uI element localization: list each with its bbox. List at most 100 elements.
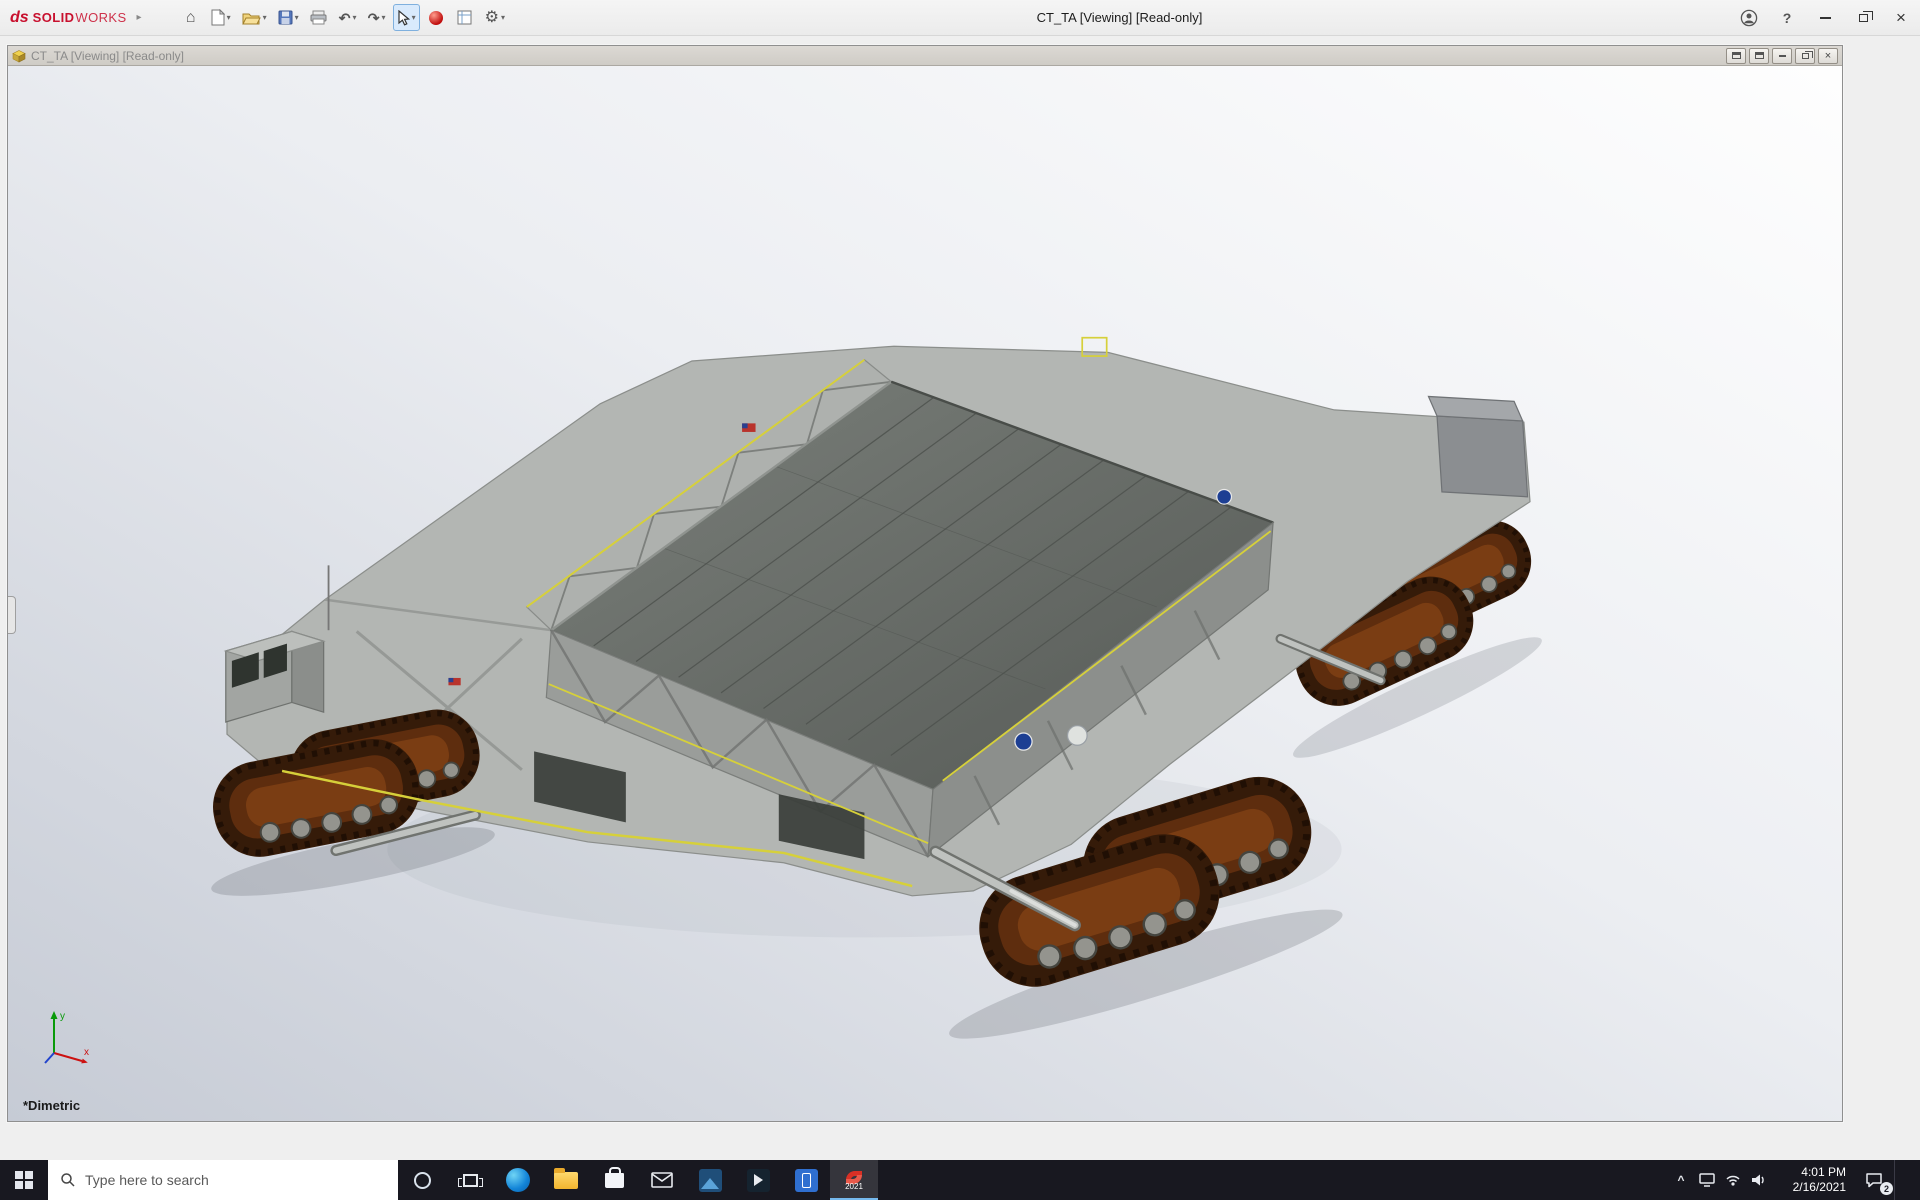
- crawler-transporter-model[interactable]: [8, 66, 1842, 1121]
- store-icon: [605, 1173, 624, 1188]
- search-input[interactable]: [85, 1172, 386, 1188]
- taskbar-item-solidworks-active[interactable]: 2021: [830, 1160, 878, 1200]
- solidworks-logo[interactable]: ds SOLID WORKS ▸: [0, 9, 152, 27]
- document-titlebar[interactable]: CT_TA [Viewing] [Read-only] ×: [8, 46, 1842, 66]
- home-icon: ⌂: [186, 10, 196, 26]
- cortana-button[interactable]: [398, 1160, 446, 1200]
- show-desktop-button[interactable]: [1894, 1160, 1920, 1200]
- graphics-viewport[interactable]: y x *Dimetric: [8, 66, 1842, 1121]
- operator-cab[interactable]: [226, 565, 329, 722]
- movies-tv-icon: [747, 1169, 770, 1192]
- window-icon: [1755, 52, 1764, 59]
- dassault-logo-icon: ds: [10, 9, 29, 27]
- restore-button[interactable]: [1844, 0, 1882, 36]
- tray-display-button[interactable]: [1694, 1160, 1720, 1200]
- redo-button[interactable]: ↷ ▾: [364, 4, 390, 31]
- cortana-icon: [414, 1172, 431, 1189]
- appearance-button[interactable]: [423, 4, 449, 31]
- app-client-area: CT_TA [Viewing] [Read-only] ×: [0, 36, 1920, 1160]
- notification-badge: 2: [1880, 1182, 1893, 1195]
- volume-icon: [1751, 1173, 1767, 1187]
- hidden-icons-chevron[interactable]: ^: [1668, 1160, 1694, 1200]
- new-document-icon: [211, 9, 225, 26]
- doc-minimize-button[interactable]: [1772, 48, 1792, 64]
- close-icon: ×: [1896, 8, 1906, 28]
- taskbar-item-movies-tv[interactable]: [734, 1160, 782, 1200]
- new-document-button[interactable]: ▾: [207, 4, 235, 31]
- dropdown-caret-icon: ▾: [412, 13, 416, 22]
- doc-arrange-button[interactable]: [1726, 48, 1746, 64]
- dropdown-caret-icon: ▾: [263, 13, 267, 22]
- doc-restore-button[interactable]: [1795, 48, 1815, 64]
- account-button[interactable]: [1730, 0, 1768, 36]
- app-titlebar: ds SOLID WORKS ▸ ⌂ ▾ ▾ ▾: [0, 0, 1920, 36]
- taskbar-item-your-phone[interactable]: [782, 1160, 830, 1200]
- orientation-triad[interactable]: y x: [38, 1007, 94, 1069]
- chevron-up-icon: ^: [1677, 1173, 1684, 1187]
- taskbar-item-photos[interactable]: [686, 1160, 734, 1200]
- task-view-button[interactable]: [446, 1160, 494, 1200]
- action-center-button[interactable]: 2: [1854, 1160, 1894, 1200]
- restore-icon: [1859, 14, 1868, 22]
- select-tool-button[interactable]: ▾: [393, 4, 420, 31]
- minimize-icon: [1779, 55, 1786, 57]
- taskbar-item-mail[interactable]: [638, 1160, 686, 1200]
- photos-icon: [699, 1169, 722, 1192]
- network-wifi-icon: [1725, 1174, 1741, 1186]
- document-title: CT_TA [Viewing] [Read-only]: [31, 49, 184, 63]
- clock-time: 4:01 PM: [1801, 1165, 1846, 1180]
- select-cursor-icon: [397, 10, 410, 26]
- view-orientation-label: *Dimetric: [23, 1098, 80, 1113]
- solidworks-year-badge: 2021: [845, 1183, 863, 1191]
- display-icon: [1699, 1173, 1715, 1187]
- brand-works-text: WORKS: [75, 10, 126, 25]
- home-button[interactable]: ⌂: [178, 4, 204, 31]
- minimize-button[interactable]: [1806, 0, 1844, 36]
- save-button[interactable]: ▾: [274, 4, 303, 31]
- system-tray: ^ 4:01 PM 2/16/2021 2: [1668, 1160, 1920, 1200]
- triad-x-label: x: [84, 1047, 89, 1058]
- doc-arrange-button-2[interactable]: [1749, 48, 1769, 64]
- close-button[interactable]: ×: [1882, 0, 1920, 36]
- file-explorer-icon: [554, 1172, 578, 1189]
- doc-close-button[interactable]: ×: [1818, 48, 1838, 64]
- dropdown-caret-icon: ▾: [227, 13, 231, 22]
- quick-access-toolbar: ⌂ ▾ ▾ ▾ ↶ ▾ ↷ ▾: [178, 4, 509, 31]
- dropdown-caret-icon: ▾: [295, 13, 299, 22]
- taskbar-item-file-explorer[interactable]: [542, 1160, 590, 1200]
- windows-logo-icon: [15, 1171, 33, 1189]
- assembly-document-icon: [12, 49, 26, 63]
- panel-splitter-handle[interactable]: [8, 596, 16, 634]
- open-folder-icon: [242, 11, 261, 25]
- taskbar-search[interactable]: [48, 1160, 398, 1200]
- triad-y-label: y: [60, 1011, 65, 1022]
- dropdown-caret-icon: ▾: [352, 13, 356, 22]
- start-button[interactable]: [0, 1160, 48, 1200]
- help-icon: ?: [1783, 10, 1792, 26]
- print-button[interactable]: [306, 4, 332, 31]
- tray-volume-button[interactable]: [1746, 1160, 1772, 1200]
- drawing-sheet-icon: [457, 10, 472, 25]
- appearance-ball-icon: [429, 11, 443, 25]
- mail-icon: [651, 1172, 673, 1188]
- open-button[interactable]: ▾: [238, 4, 271, 31]
- minimize-icon: [1820, 17, 1831, 19]
- undo-button[interactable]: ↶ ▾: [335, 4, 361, 31]
- help-button[interactable]: ?: [1768, 0, 1806, 36]
- dropdown-caret-icon: ▾: [381, 13, 385, 22]
- document-window-controls: ×: [1723, 48, 1838, 64]
- window-title: CT_TA [Viewing] [Read-only]: [509, 10, 1730, 25]
- taskbar-item-store[interactable]: [590, 1160, 638, 1200]
- close-icon: ×: [1825, 50, 1831, 62]
- taskbar-clock[interactable]: 4:01 PM 2/16/2021: [1772, 1160, 1854, 1200]
- options-button[interactable]: ⚙ ▾: [481, 4, 509, 31]
- menu-expand-arrow-icon[interactable]: ▸: [137, 12, 142, 23]
- taskbar-item-edge[interactable]: [494, 1160, 542, 1200]
- drawing-sheet-button[interactable]: [452, 4, 478, 31]
- restore-icon: [1802, 53, 1809, 59]
- tray-network-button[interactable]: [1720, 1160, 1746, 1200]
- your-phone-icon: [795, 1169, 818, 1192]
- print-icon: [310, 10, 327, 25]
- window-controls: ? ×: [1730, 0, 1920, 36]
- brand-solid-text: SOLID: [33, 10, 75, 25]
